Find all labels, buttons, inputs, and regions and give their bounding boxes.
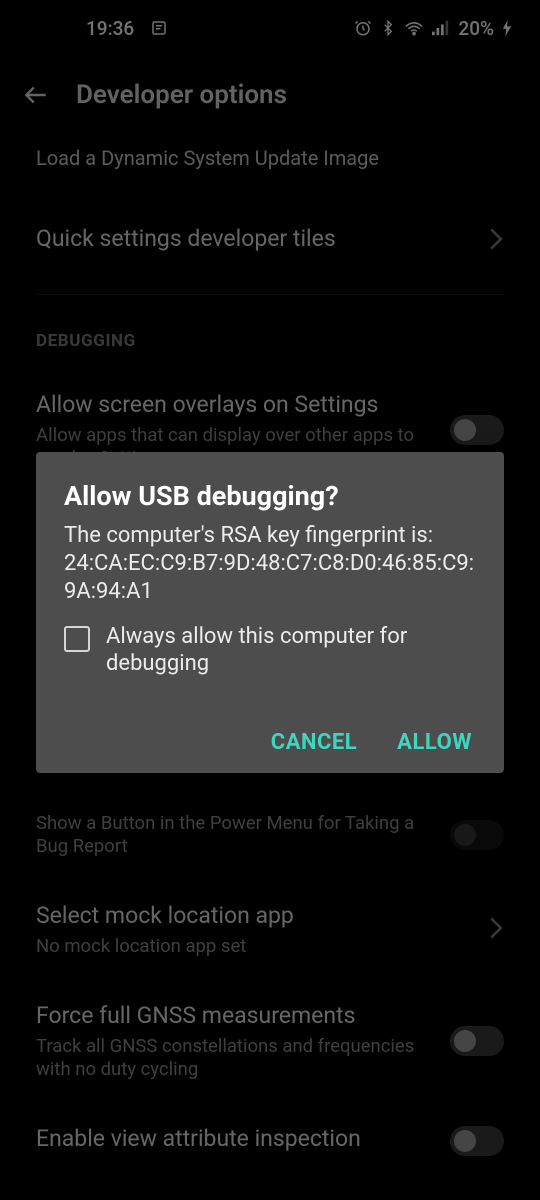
usb-debugging-dialog: Allow USB debugging? The computer's RSA … — [36, 452, 504, 773]
always-allow-label: Always allow this computer for debugging — [106, 624, 476, 678]
allow-button[interactable]: ALLOW — [397, 730, 472, 755]
dialog-title: Allow USB debugging? — [64, 480, 476, 512]
always-allow-checkbox[interactable] — [64, 626, 90, 652]
dialog-body: The computer's RSA key fingerprint is: 2… — [64, 522, 476, 606]
cancel-button[interactable]: CANCEL — [271, 730, 357, 755]
